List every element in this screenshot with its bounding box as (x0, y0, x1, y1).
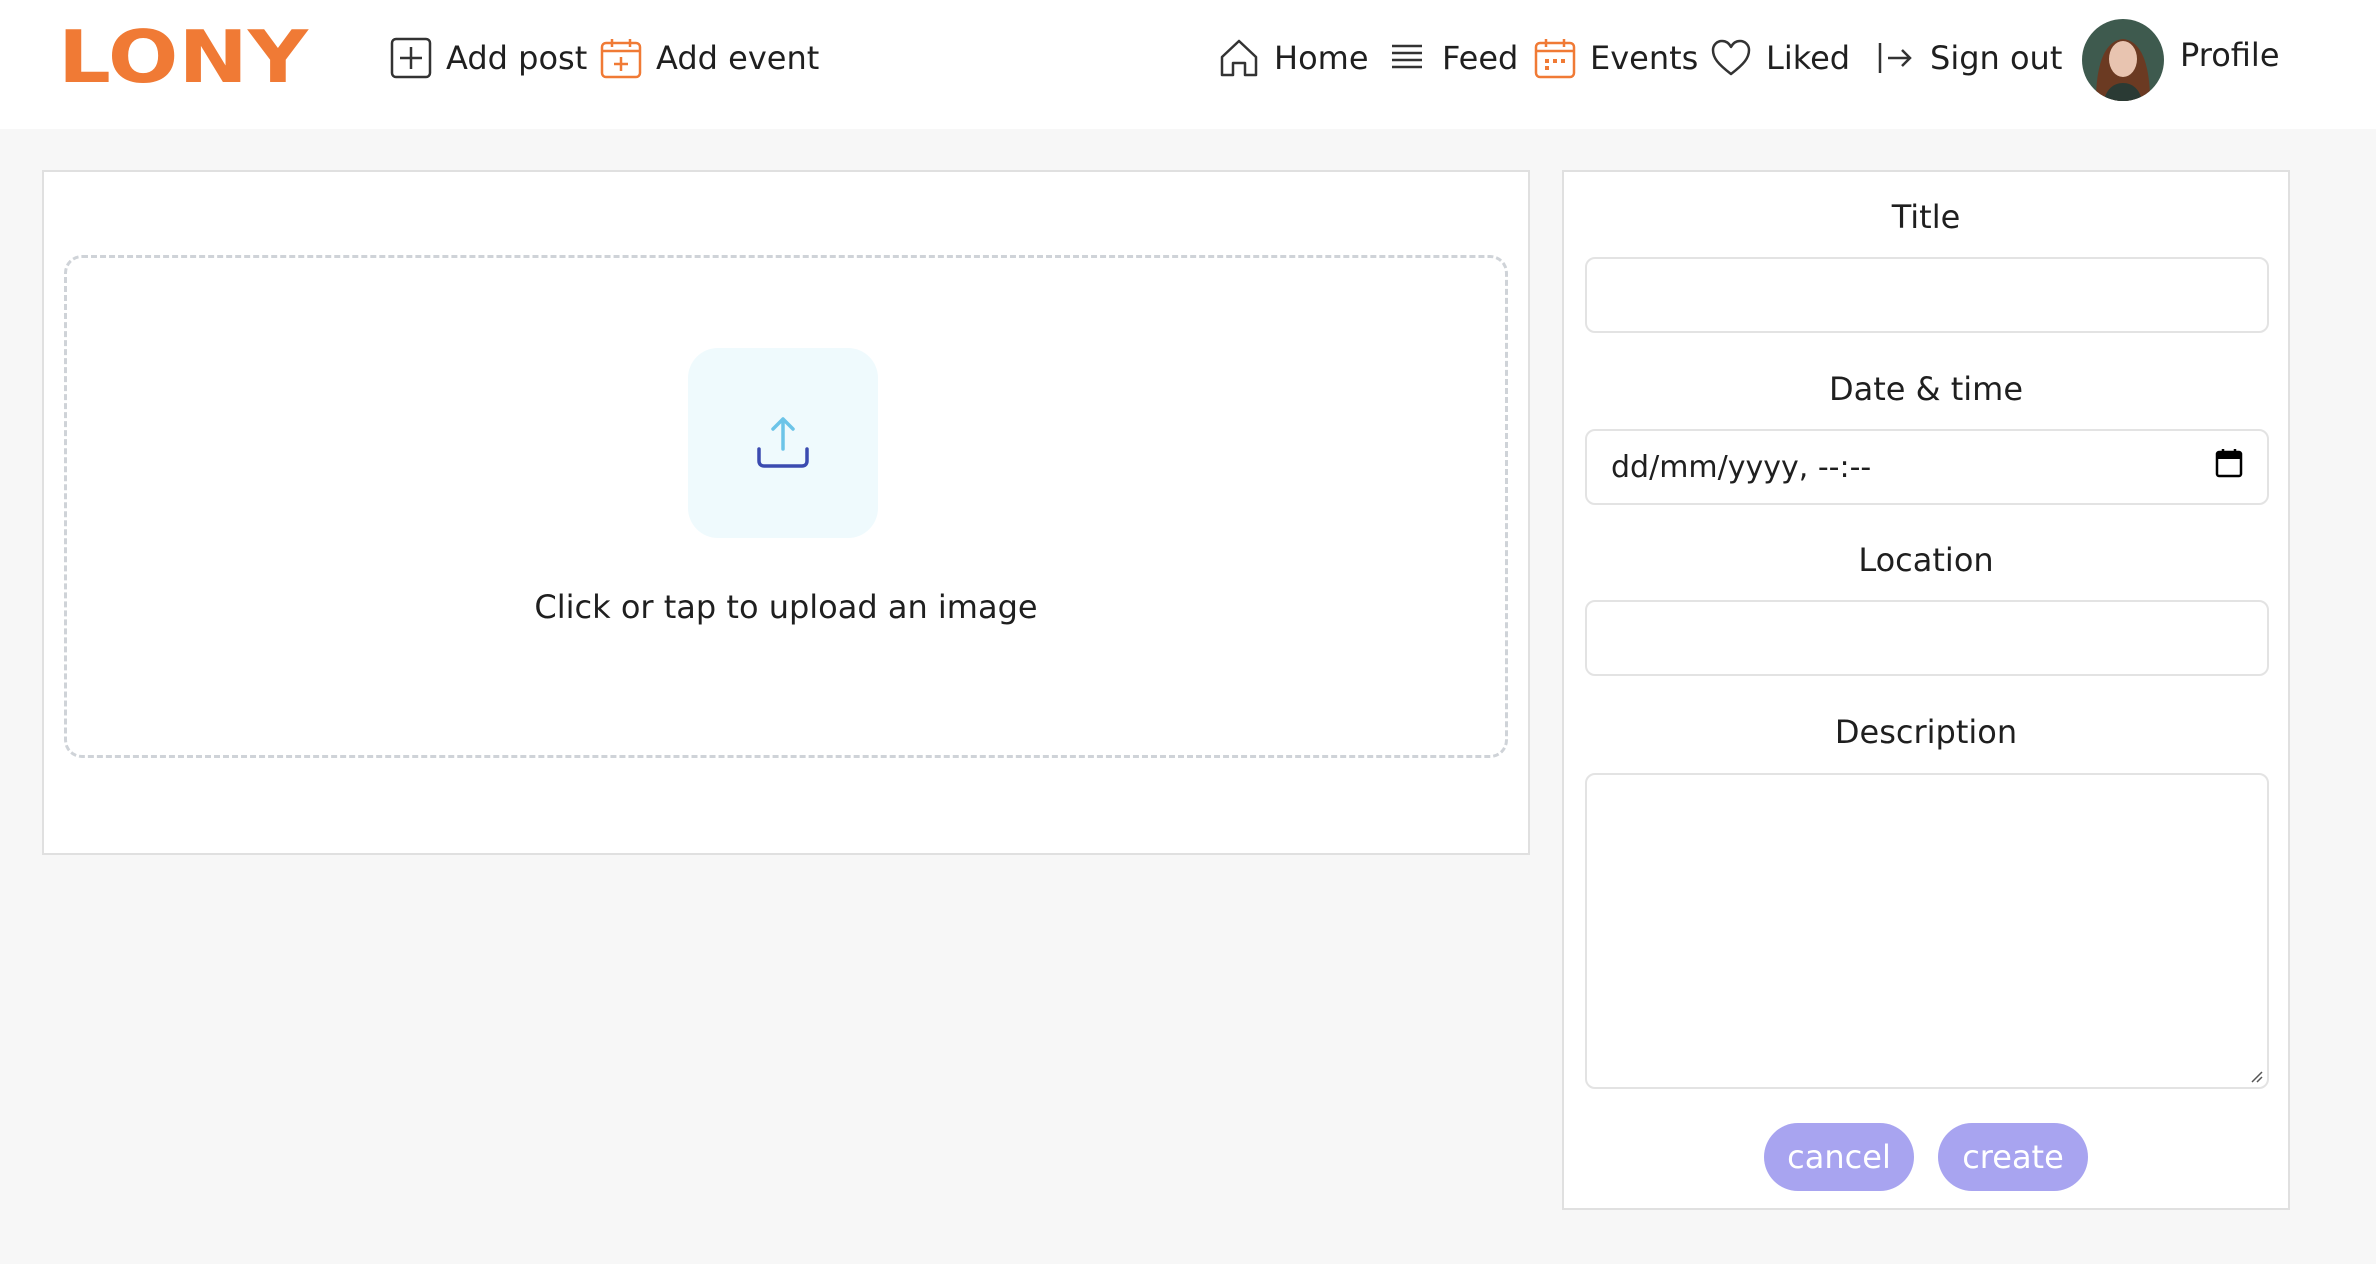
plus-square-icon (390, 37, 432, 79)
upload-icon-tile (688, 348, 878, 538)
nav-home-label: Home (1274, 39, 1369, 77)
logo-text: LONY (58, 26, 309, 90)
calendar-picker-icon[interactable] (2215, 448, 2243, 486)
datetime-placeholder: dd/mm/yyyy, --:-- (1611, 449, 1872, 485)
create-button[interactable]: create (1938, 1123, 2088, 1191)
add-post-label: Add post (446, 39, 588, 77)
title-label: Title (1891, 198, 1961, 236)
upload-icon (757, 417, 809, 468)
nav-feed[interactable]: Feed (1386, 30, 1518, 86)
add-event-label: Add event (656, 39, 820, 77)
top-navigation-bar: LONY Add post Add event Home Feed Events (0, 0, 2376, 129)
image-dropzone[interactable]: Click or tap to upload an image (64, 255, 1508, 758)
nav-liked-label: Liked (1766, 39, 1851, 77)
event-form: Title Date & time dd/mm/yyyy, --:-- Loca… (1562, 170, 2290, 1210)
description-label: Description (1834, 713, 2018, 751)
location-input[interactable] (1585, 600, 2269, 676)
add-post-button[interactable]: Add post (390, 30, 587, 86)
calendar-plus-icon (600, 37, 642, 79)
nav-liked[interactable]: Liked (1710, 30, 1850, 86)
lony-logo[interactable]: LONY (58, 26, 312, 90)
nav-home[interactable]: Home (1218, 30, 1369, 86)
heart-icon (1710, 37, 1752, 79)
title-input[interactable] (1585, 257, 2269, 333)
home-icon (1218, 37, 1260, 79)
description-textarea[interactable] (1585, 773, 2269, 1089)
calendar-icon (1534, 37, 1576, 79)
sign-out-label: Sign out (1930, 39, 2063, 77)
nav-events[interactable]: Events (1534, 30, 1698, 86)
list-icon (1386, 37, 1428, 79)
profile-link[interactable]: Profile (2180, 36, 2280, 74)
profile-avatar[interactable] (2082, 19, 2164, 101)
datetime-label: Date & time (1828, 370, 2024, 408)
cancel-button[interactable]: cancel (1764, 1123, 1914, 1191)
image-upload-card: Click or tap to upload an image (42, 170, 1530, 855)
sign-out-icon (1874, 37, 1916, 79)
nav-feed-label: Feed (1442, 39, 1519, 77)
upload-instruction: Click or tap to upload an image (534, 588, 1038, 626)
sign-out-button[interactable]: Sign out (1874, 30, 2062, 86)
add-event-button[interactable]: Add event (600, 30, 819, 86)
nav-events-label: Events (1590, 39, 1699, 77)
resize-grip-icon[interactable] (2247, 1067, 2263, 1083)
datetime-input[interactable]: dd/mm/yyyy, --:-- (1585, 429, 2269, 505)
location-label: Location (1858, 541, 1994, 579)
